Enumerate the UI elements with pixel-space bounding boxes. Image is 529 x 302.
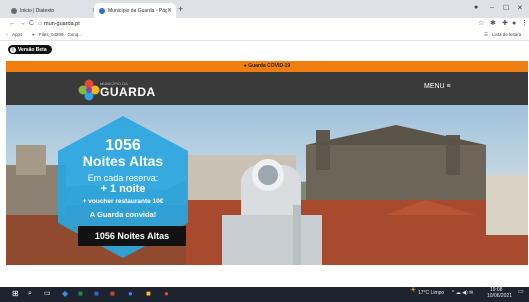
municipality-logo-icon[interactable] — [78, 79, 100, 101]
file-explorer-icon[interactable]: ■ — [146, 288, 151, 300]
promo-line-3: + voucher restaurante 10€ — [82, 198, 164, 205]
extensions-icon[interactable]: ✱ — [490, 18, 496, 30]
promo-line-4: A Guarda convida! — [89, 210, 157, 219]
alert-text: Guarda COVID-19 — [248, 63, 291, 69]
promo-line-2: + 1 noite — [100, 183, 146, 195]
clock-date[interactable]: 10/06/2021 — [487, 294, 512, 299]
close-window-icon[interactable]: ✕ — [517, 4, 523, 12]
excel-app-icon[interactable]: ■ — [78, 288, 83, 300]
powerpoint-app-icon[interactable]: ■ — [110, 288, 115, 300]
menu-button[interactable]: MENU ≡ — [424, 83, 451, 90]
edge-app-icon[interactable]: ◆ — [62, 288, 68, 300]
tab-title: Município da Guarda - Página I... — [108, 7, 167, 14]
tab-favicon-icon — [11, 7, 17, 14]
star-icon[interactable]: ☆ — [478, 18, 484, 30]
logo-text[interactable]: GUARDA — [100, 85, 156, 99]
start-windows-icon[interactable]: ⊞ — [12, 288, 19, 300]
account-icon[interactable]: ● — [512, 18, 516, 30]
reload-icon[interactable]: C — [29, 18, 34, 30]
tab-title: Inicio | Diatexto — [20, 7, 55, 14]
tray-icons[interactable]: ^ ☁ ◀) ✉ — [452, 291, 473, 296]
bookmark-icon: ● — [32, 32, 35, 37]
minimize-icon[interactable]: – — [490, 4, 494, 11]
chrome-app-icon[interactable]: ● — [128, 288, 133, 300]
beta-badge[interactable]: i Versão Beta — [8, 45, 52, 54]
apps-grid-icon[interactable]: ⁙ — [5, 31, 9, 39]
reading-list[interactable]: Lista de leitura — [492, 31, 521, 39]
beta-label: Versão Beta — [18, 46, 47, 53]
info-icon: i — [10, 46, 16, 53]
menu-dots-icon[interactable]: ⋮ — [521, 18, 528, 30]
tab-favicon-icon — [99, 7, 105, 14]
new-tab-button[interactable]: + — [178, 4, 183, 14]
browser-tab-1[interactable]: Inicio | Diatexto ✕ — [6, 3, 101, 18]
weather-text[interactable]: 17°C Limpo — [418, 291, 444, 296]
weather-icon: ☀ — [410, 287, 417, 294]
task-view-icon[interactable]: ▭ — [44, 288, 51, 300]
covid-alert-bar[interactable]: ● Guarda COVID-19 — [6, 61, 528, 72]
back-icon[interactable]: ← — [9, 18, 16, 30]
bookmark-apps[interactable]: Apps — [12, 31, 22, 39]
profile-icon[interactable]: ● — [474, 4, 478, 11]
word-app-icon[interactable]: ■ — [94, 288, 99, 300]
info-circle-icon: ● — [243, 63, 247, 69]
home-icon[interactable]: ⌂ — [38, 18, 42, 30]
app-icon[interactable]: ● — [164, 288, 169, 300]
promo-line-1: Em cada reserva: — [87, 173, 159, 183]
close-tab-icon[interactable]: ✕ — [167, 7, 172, 14]
bookmark-item[interactable]: Files_04209 - Conq... — [39, 31, 82, 39]
forward-icon[interactable]: → — [19, 18, 26, 30]
notification-icon[interactable]: ▭ — [518, 289, 524, 295]
puzzle-icon[interactable]: ✚ — [502, 18, 508, 30]
url-field[interactable]: mun-guarda.pt — [44, 19, 80, 29]
search-icon[interactable]: ⌕ — [28, 288, 32, 300]
maximize-icon[interactable]: ☐ — [503, 4, 509, 12]
promo-cta-button[interactable]: 1056 Noites Altas — [78, 226, 186, 246]
promo-title-text: Noites Altas — [82, 153, 164, 169]
reading-list-icon[interactable]: ☰ — [484, 31, 488, 39]
browser-tab-2[interactable]: Município da Guarda - Página I... ✕ — [94, 3, 176, 18]
